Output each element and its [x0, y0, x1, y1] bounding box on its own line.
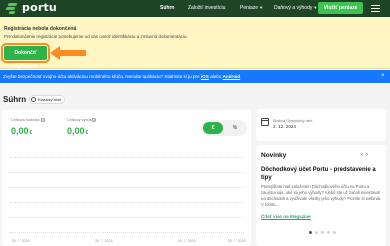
ios-link[interactable]: iOS [201, 74, 209, 79]
registration-notice: Registrácia nebola dokončená Pre dokonče… [0, 17, 390, 70]
page-title: Súhrn [3, 95, 27, 104]
chart-x-label: 30. 7. 2024 [228, 239, 246, 243]
news-pagination [309, 231, 339, 234]
logo-mark-icon [5, 2, 19, 14]
chart-gridline [10, 157, 244, 158]
chart-gridline [10, 217, 244, 218]
total-return: 0,00€ [67, 126, 88, 136]
chart-x-label: 30. 7. 2024 [178, 239, 196, 243]
info-end: . [240, 74, 242, 79]
brand-name: portu [22, 1, 57, 14]
chart-gridline [10, 232, 244, 233]
menu-icon[interactable] [371, 5, 380, 12]
chevron-right-icon[interactable]: › [366, 152, 371, 158]
pointer-arrow-icon [50, 46, 86, 60]
total-value-label: Celková hodnota i [11, 118, 45, 122]
read-more-link[interactable]: Čítať viac na Magazíne [261, 214, 311, 219]
account-icon [31, 97, 36, 102]
total-return-label-text: Celkový výnos [67, 118, 92, 122]
next-trading-day-label: Budúci Obchodný deň [273, 118, 313, 123]
portfolio-card: Celková hodnota i 0,00€ Celkový výnos i 0,… [2, 110, 251, 246]
nav-danovy-a-vyhody[interactable]: Daňový a výhody▼ [274, 4, 317, 12]
total-return-label: Celkový výnos i [67, 118, 97, 122]
toggle-percent-button[interactable]: % [226, 122, 244, 134]
currency-percent-toggle: € % [201, 120, 247, 136]
pagination-dot[interactable] [315, 231, 318, 234]
toggle-eur-button[interactable]: € [203, 122, 223, 134]
chevron-down-icon: ▼ [259, 5, 264, 10]
info-icon[interactable]: i [40, 118, 45, 122]
info-text: Zvyšte bezpečnosť svojho účtu aktiváciou… [3, 74, 201, 79]
nav-zalozit-investiciu[interactable]: Založiť investíciu [188, 4, 225, 12]
nav-peniaze-label: Peniaze [240, 5, 259, 11]
total-value-amount: 0,00 [11, 126, 29, 136]
pagination-dot[interactable] [321, 231, 324, 234]
account-type-badge: Klasický účet [29, 95, 66, 104]
finish-registration-button[interactable]: Dokončiť registráciu [1, 43, 50, 70]
nav-danovy-label: Daňový a výhody [274, 5, 313, 11]
total-value: 0,00€ [11, 126, 32, 136]
notice-text: Pre dokončenie registrácie potrebujeme o… [4, 34, 188, 39]
news-text: Premýšľate nad založením Dôchodkového úč… [261, 184, 382, 207]
deposit-money-button[interactable]: Vložiť peniaze [318, 2, 363, 14]
chart-gridline [10, 187, 244, 188]
pagination-dot[interactable] [309, 231, 312, 234]
info-icon[interactable]: i [92, 118, 97, 122]
pagination-dot[interactable] [333, 231, 336, 234]
news-title[interactable]: Dôchodkový účet Portu - predstavenie a t… [261, 166, 383, 182]
total-value-label-text: Celková hodnota [11, 118, 40, 122]
android-link[interactable]: Android [223, 74, 241, 79]
total-value-unit: € [29, 130, 33, 136]
nav-peniaze[interactable]: Peniaze▼ [240, 4, 263, 12]
security-info-bar: Zvyšte bezpečnosť svojho účtu aktiváciou… [0, 70, 390, 83]
chart-gridline [10, 172, 244, 173]
top-navigation: portu Súhrn Založiť investíciu Peniaze▼ … [0, 0, 390, 17]
nav-suhrn[interactable]: Súhrn [160, 4, 174, 12]
notice-title: Registrácia nebola dokončená [4, 26, 77, 32]
total-return-unit: € [85, 130, 89, 136]
total-return-amount: 0,00 [67, 126, 85, 136]
next-trading-day-card: Budúci Obchodný deň 2. 12. 2024 [256, 109, 386, 141]
chart-x-label: 30. 7. 2024 [12, 239, 30, 243]
news-heading: Novinky [261, 152, 287, 159]
news-card: Novinky ‹› Dôchodkový účet Portu - preds… [256, 145, 386, 246]
next-trading-day-value: 2. 12. 2024 [273, 124, 296, 129]
close-icon[interactable]: × [381, 70, 385, 83]
calendar-icon [261, 118, 269, 126]
pagination-dot[interactable] [327, 231, 330, 234]
portu-logo[interactable]: portu [5, 2, 57, 14]
chevron-down-icon: ▼ [313, 5, 318, 10]
chart-gridline [10, 202, 244, 203]
news-nav: ‹› [361, 152, 371, 158]
info-joiner: alebo [208, 74, 223, 79]
chart-x-label: 30. 7. 2024 [95, 239, 113, 243]
account-type-label: Klasický účet [38, 97, 62, 102]
